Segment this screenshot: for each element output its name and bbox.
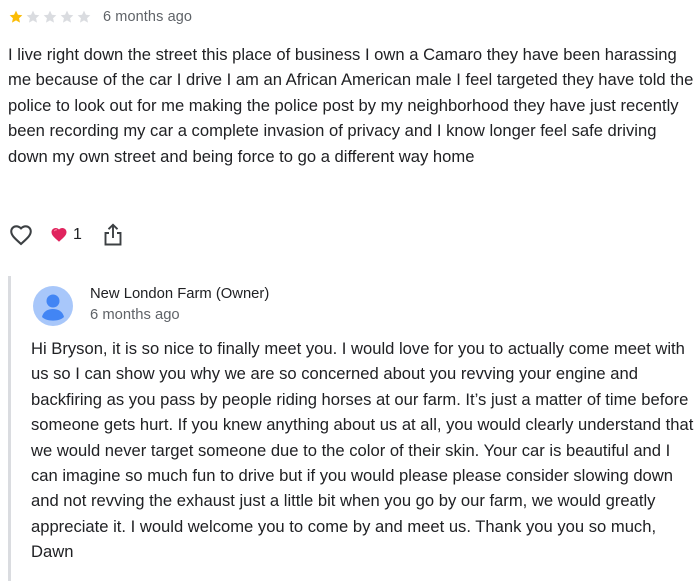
owner-reply: New London Farm (Owner) 6 months ago Hi … [8, 276, 695, 581]
review-card: 6 months ago I live right down the stree… [8, 6, 694, 169]
review-text: I live right down the street this place … [8, 45, 694, 166]
share-icon[interactable] [102, 223, 124, 247]
review-time: 6 months ago [103, 9, 193, 25]
owner-name: New London Farm (Owner) [90, 286, 270, 302]
reaction-chip[interactable]: 1 [50, 226, 82, 244]
star-empty-icon [60, 10, 74, 23]
red-heart-emoji-icon [51, 227, 67, 242]
review-actions: 1 [8, 221, 124, 249]
reply-time: 6 months ago [90, 307, 180, 323]
star-empty-icon [43, 10, 57, 23]
review-meta: 6 months ago [8, 6, 692, 28]
avatar [33, 286, 73, 326]
star-rating [8, 9, 92, 25]
reply-text: Hi Bryson, it is so nice to finally meet… [31, 339, 694, 562]
star-filled-icon [9, 10, 23, 23]
star-empty-icon [77, 10, 91, 23]
reaction-count: 1 [73, 226, 82, 243]
star-empty-icon [26, 10, 40, 23]
heart-outline-icon[interactable] [8, 222, 34, 248]
